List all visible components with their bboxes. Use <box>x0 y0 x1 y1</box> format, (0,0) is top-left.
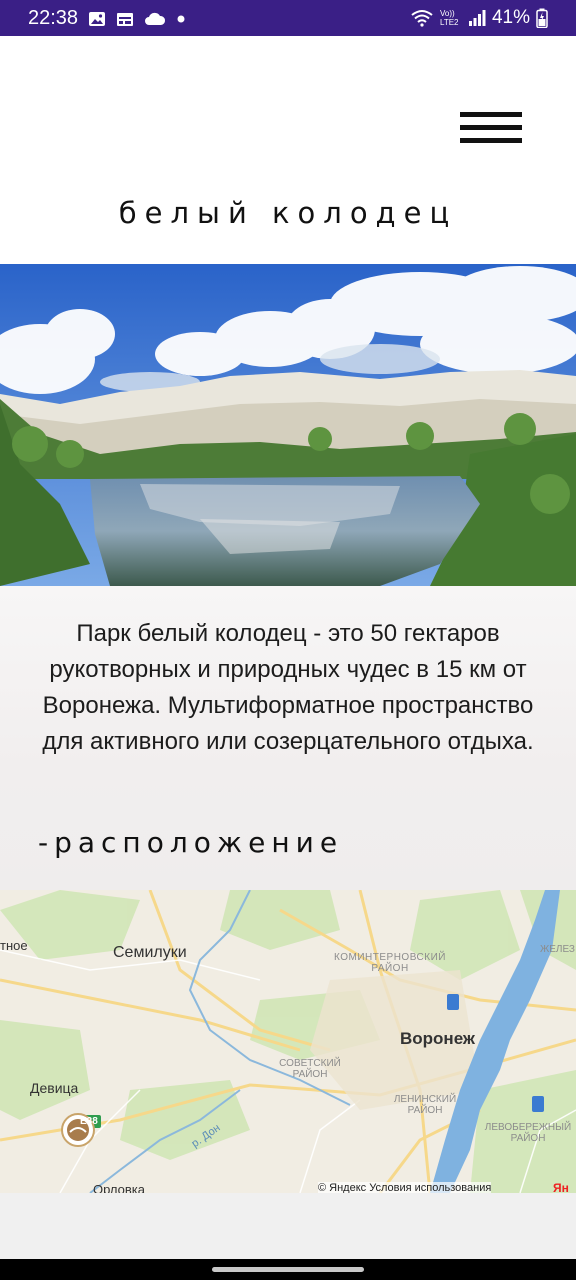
map-label-leninsky: ЛЕНИНСКИЙ РАЙОН <box>393 1094 457 1116</box>
road-number-badge: E38 <box>80 1116 98 1127</box>
wifi-icon <box>411 10 433 27</box>
image-icon <box>89 11 106 26</box>
yandex-logo-fragment: Ян <box>553 1181 569 1193</box>
status-bar: 22:38 Vo)) LTE2 41% <box>0 0 576 36</box>
page-bottom <box>0 1193 576 1259</box>
map-label-left-edge: тное <box>0 938 28 953</box>
map-label-sovetsky: СОВЕТСКИЙ РАЙОН <box>279 1058 341 1080</box>
map-label-levoberezh: ЛЕВОБЕРЕЖНЫЙ РАЙОН <box>484 1122 572 1144</box>
map-label-semiluki: Семилуки <box>113 944 187 961</box>
battery-icon <box>536 8 548 28</box>
dot-icon <box>177 15 185 22</box>
calendar-icon <box>117 12 134 26</box>
signal-icon <box>468 10 486 26</box>
menu-button[interactable] <box>460 112 524 148</box>
site-header: белый колодец <box>0 36 576 264</box>
home-gesture-handle[interactable] <box>212 1267 364 1272</box>
content-section: Парк белый колодец - это 50 гектаров рук… <box>0 586 576 890</box>
network-type: Vo)) LTE2 <box>439 9 459 27</box>
system-navigation-bar <box>0 1259 576 1280</box>
map-label-zhelez: ЖЕЛЕЗ <box>540 944 575 955</box>
park-description: Парк белый колодец - это 50 гектаров рук… <box>42 620 534 755</box>
map-label-komintern: КОМИНТЕРНОВСКИЙ РАЙОН <box>334 952 446 974</box>
site-title: белый колодец <box>118 196 458 230</box>
map-label-orlovka: Орловка <box>93 1182 145 1193</box>
hero-image <box>0 264 576 586</box>
cloud-icon <box>145 12 166 25</box>
status-time: 22:38 <box>28 7 79 29</box>
landscape-photo <box>0 264 576 586</box>
battery-percent: 41% <box>491 7 530 28</box>
map-canvas <box>0 890 576 1193</box>
map-attribution[interactable]: © Яндекс Условия использования <box>318 1182 492 1193</box>
location-map[interactable]: тное Семилуки КОМИНТЕРНОВСКИЙ РАЙОН ЖЕЛЕ… <box>0 890 576 1193</box>
map-label-devitsa: Девица <box>30 1080 79 1096</box>
map-label-voronezh: Воронеж <box>400 1029 475 1048</box>
location-heading: -расположение <box>38 826 344 859</box>
